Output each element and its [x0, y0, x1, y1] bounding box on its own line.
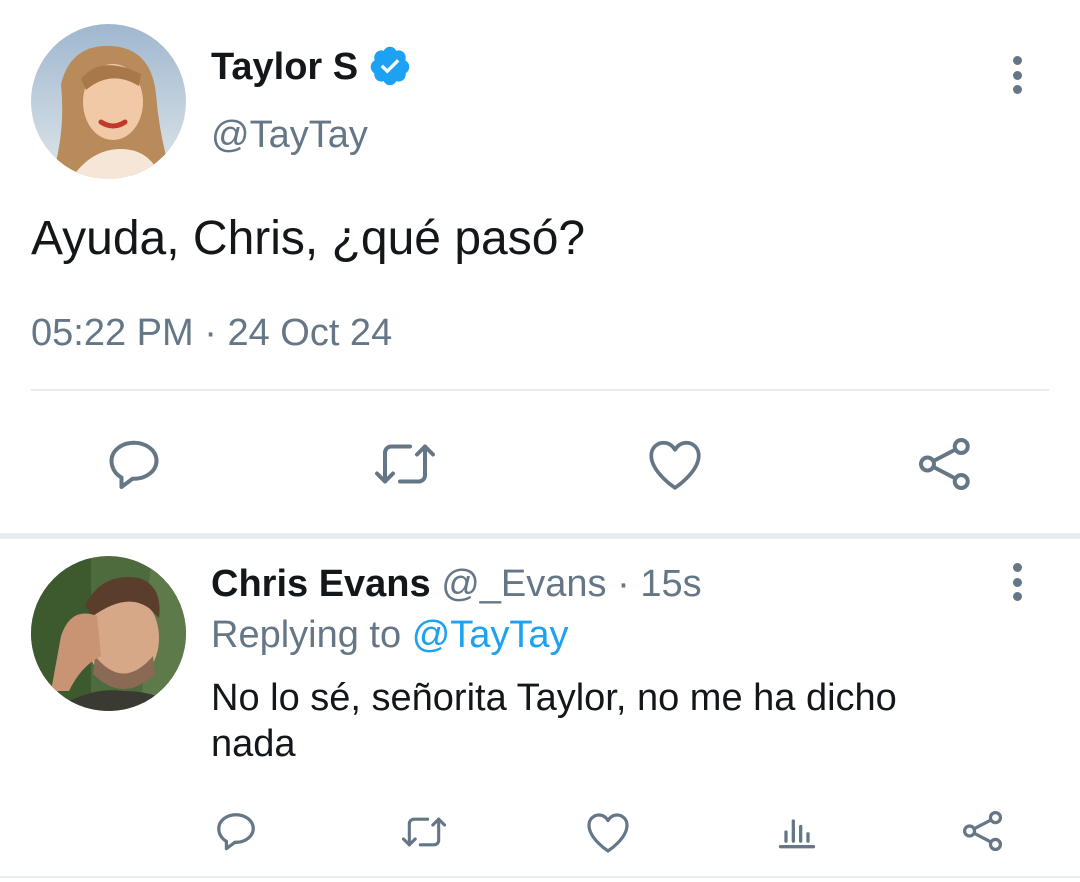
reply-text: No lo sé, señorita Taylor, no me ha dich…: [211, 677, 897, 765]
avatar-chris[interactable]: [31, 556, 186, 711]
vertical-dots-icon: [1012, 56, 1022, 65]
speech-bubble-icon: [217, 813, 255, 851]
bar-chart-icon: [778, 819, 816, 849]
share-icon: [919, 438, 970, 490]
replying-to-label: Replying to: [211, 614, 402, 656]
reply-author-name[interactable]: Chris Evans: [211, 563, 431, 605]
reply-button[interactable]: [104, 434, 164, 494]
reply-more-options-button[interactable]: [1011, 563, 1023, 601]
share-icon: [962, 810, 1003, 852]
retweet-icon: [375, 444, 435, 484]
heart-icon: [587, 813, 629, 853]
share-button[interactable]: [915, 434, 975, 494]
reply-author-handle[interactable]: @_Evans: [441, 563, 606, 605]
reply-analytics-button[interactable]: [775, 810, 819, 854]
verified-badge-icon: [368, 44, 412, 88]
replying-to-handle[interactable]: @TayTay: [412, 614, 569, 656]
reply-age[interactable]: 15s: [640, 563, 701, 605]
reply-retweet-button[interactable]: [398, 810, 450, 854]
retweet-icon: [401, 817, 447, 847]
separator: ·: [617, 563, 630, 605]
heart-icon: [649, 440, 701, 490]
divider: [31, 389, 1049, 391]
vertical-dots-icon: [1012, 563, 1022, 572]
reply-share-button[interactable]: [960, 808, 1006, 854]
bottom-divider: [0, 876, 1080, 878]
separator: ·: [204, 312, 217, 354]
reply-like-button[interactable]: [584, 810, 632, 854]
like-button[interactable]: [645, 436, 705, 492]
speech-bubble-icon: [109, 440, 159, 489]
author-name[interactable]: Taylor S: [211, 44, 358, 90]
replying-to: Replying to @TayTay: [211, 612, 569, 658]
section-divider: [0, 533, 1080, 539]
retweet-button[interactable]: [371, 434, 439, 494]
tweet-date: 24 Oct 24: [227, 312, 393, 354]
tweet-time: 05:22 PM: [31, 312, 194, 354]
reply-reply-button[interactable]: [213, 808, 259, 854]
avatar-taylor[interactable]: [31, 24, 186, 179]
tweet-timestamp[interactable]: 05:22 PM · 24 Oct 24: [31, 310, 392, 356]
author-handle[interactable]: @TayTay: [211, 112, 368, 158]
tweet-text: Ayuda, Chris, ¿qué pasó?: [31, 212, 586, 265]
reply-header: Chris Evans @_Evans · 15s: [211, 561, 702, 607]
more-options-button[interactable]: [1011, 56, 1023, 94]
